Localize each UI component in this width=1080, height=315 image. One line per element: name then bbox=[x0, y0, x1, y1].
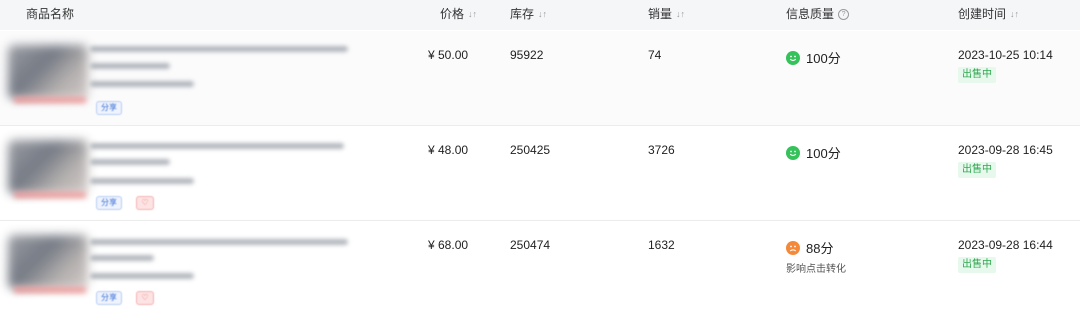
column-header-label: 创建时间 bbox=[958, 7, 1007, 21]
product-subtitle-line bbox=[90, 273, 194, 279]
stock-value: 250425 bbox=[510, 143, 551, 157]
product-thumbnail[interactable] bbox=[8, 235, 88, 289]
stock-value: 250474 bbox=[510, 238, 551, 252]
product-subtitle-line bbox=[90, 178, 194, 184]
column-header-created[interactable]: 创建时间 ↓↑ bbox=[958, 6, 1019, 22]
smile-icon bbox=[786, 50, 800, 65]
quality-score-value: 100分 bbox=[806, 51, 841, 66]
product-title-line bbox=[90, 239, 348, 245]
status-badge: 出售中 bbox=[958, 257, 996, 273]
quality-score: 100分 bbox=[786, 143, 841, 162]
product-subtitle-line bbox=[90, 81, 194, 87]
product-thumbnail-banner bbox=[14, 192, 86, 198]
quality-score: 88分 bbox=[786, 238, 833, 257]
column-header-price[interactable]: 价格 ↓↑ bbox=[440, 6, 477, 22]
sort-icon[interactable]: ↓↑ bbox=[1010, 9, 1019, 19]
column-header-quality: 信息质量 ? bbox=[786, 6, 850, 22]
product-thumbnail[interactable] bbox=[8, 45, 88, 99]
created-time: 2023-09-28 16:44 bbox=[958, 238, 1053, 252]
price-value: ¥ 50.00 bbox=[428, 48, 469, 62]
product-title-line bbox=[90, 255, 154, 261]
column-header-label: 商品名称 bbox=[26, 7, 75, 21]
product-info[interactable]: 分享 ♡ bbox=[0, 126, 360, 220]
created-time: 2023-09-28 16:45 bbox=[958, 143, 1053, 157]
share-tag[interactable]: 分享 bbox=[96, 291, 122, 305]
help-icon[interactable]: ? bbox=[838, 8, 850, 20]
status-badge: 出售中 bbox=[958, 162, 996, 178]
product-table: 商品名称 价格 ↓↑ 库存 ↓↑ 销量 ↓↑ 信息质量 ? 创建时间 ↓↑ 分享… bbox=[0, 0, 1080, 315]
column-header-stock[interactable]: 库存 ↓↑ bbox=[510, 6, 547, 22]
table-row: 分享 ♡ ¥ 68.00 250474 1632 88分 影响点击转化 2023… bbox=[0, 221, 1080, 315]
quality-hint[interactable]: 影响点击转化 bbox=[786, 260, 846, 275]
sort-icon[interactable]: ↓↑ bbox=[676, 9, 685, 19]
sales-value: 3726 bbox=[648, 143, 675, 157]
created-time: 2023-10-25 10:14 bbox=[958, 48, 1053, 62]
share-tag[interactable]: 分享 bbox=[96, 196, 122, 210]
smile-icon bbox=[786, 145, 800, 160]
column-header-label: 信息质量 bbox=[786, 7, 835, 21]
product-title-line bbox=[90, 63, 170, 69]
table-header: 商品名称 价格 ↓↑ 库存 ↓↑ 销量 ↓↑ 信息质量 ? 创建时间 ↓↑ bbox=[0, 0, 1080, 30]
table-row: 分享 ¥ 50.00 95922 74 100分 2023-10-25 10:1… bbox=[0, 31, 1080, 126]
column-header-label: 价格 bbox=[440, 7, 465, 21]
column-header-product-name: 商品名称 bbox=[26, 6, 74, 22]
product-title-line bbox=[90, 143, 344, 149]
price-value: ¥ 68.00 bbox=[428, 238, 469, 252]
column-header-label: 销量 bbox=[648, 7, 673, 21]
stock-value: 95922 bbox=[510, 48, 544, 62]
product-info[interactable]: 分享 ♡ bbox=[0, 221, 360, 315]
heart-icon[interactable]: ♡ bbox=[136, 291, 154, 305]
product-thumbnail-banner bbox=[14, 97, 86, 103]
table-row: 分享 ♡ ¥ 48.00 250425 3726 100分 2023-09-28… bbox=[0, 126, 1080, 221]
column-header-sales[interactable]: 销量 ↓↑ bbox=[648, 6, 685, 22]
product-title-line bbox=[90, 46, 348, 52]
heart-icon[interactable]: ♡ bbox=[136, 196, 154, 210]
price-value: ¥ 48.00 bbox=[428, 143, 469, 157]
product-thumbnail[interactable] bbox=[8, 140, 88, 194]
sales-value: 1632 bbox=[648, 238, 675, 252]
quality-score: 100分 bbox=[786, 48, 841, 67]
product-thumbnail-banner bbox=[14, 287, 86, 293]
product-title-line bbox=[90, 159, 170, 165]
sort-icon[interactable]: ↓↑ bbox=[468, 9, 477, 19]
column-header-label: 库存 bbox=[510, 7, 535, 21]
product-info[interactable]: 分享 bbox=[0, 31, 360, 125]
frown-icon bbox=[786, 240, 800, 255]
quality-score-value: 88分 bbox=[806, 241, 834, 256]
quality-score-value: 100分 bbox=[806, 146, 841, 161]
sort-icon[interactable]: ↓↑ bbox=[538, 9, 547, 19]
status-badge: 出售中 bbox=[958, 67, 996, 83]
share-tag[interactable]: 分享 bbox=[96, 101, 122, 115]
sales-value: 74 bbox=[648, 48, 662, 62]
